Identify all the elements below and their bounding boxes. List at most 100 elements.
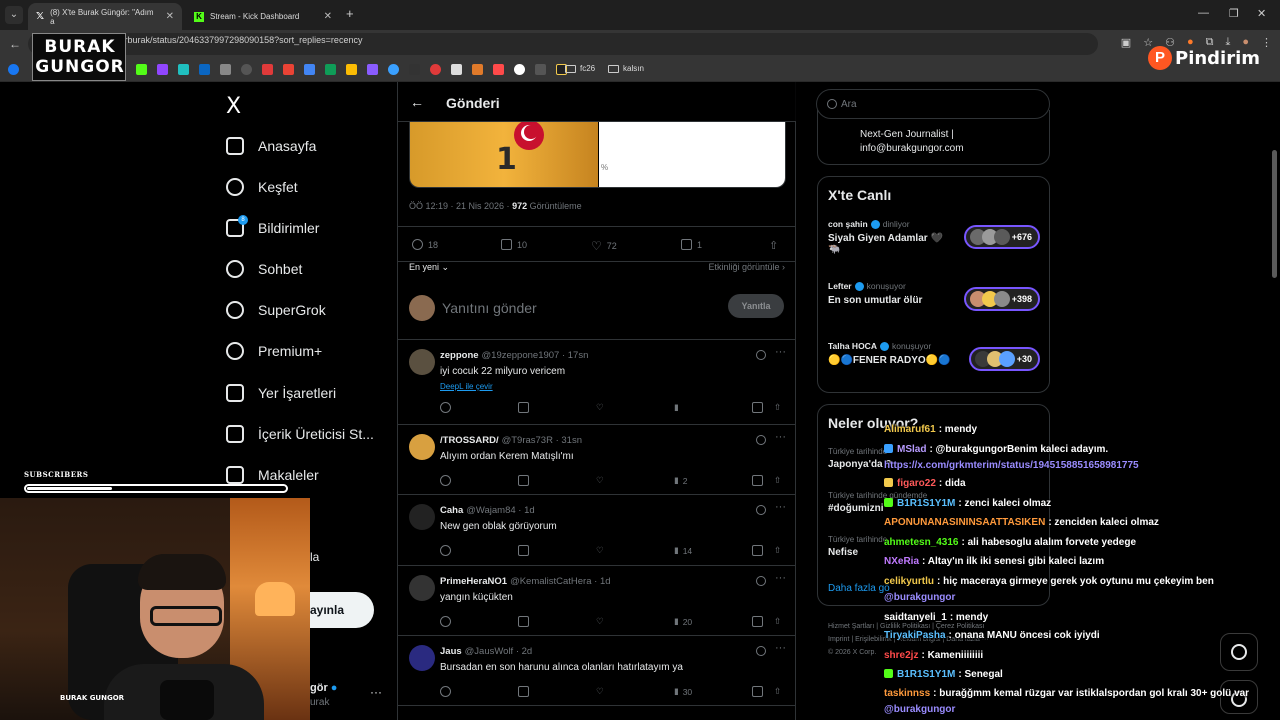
- views-action[interactable]: ▮ 2: [674, 475, 687, 486]
- like-action[interactable]: ♡: [596, 686, 604, 697]
- nav-item-premium[interactable]: Premium+: [226, 342, 322, 360]
- more-dots-icon[interactable]: ···: [775, 346, 786, 358]
- nav-item-articles[interactable]: Makaleler: [226, 466, 319, 484]
- reply-button[interactable]: Yanıtla: [728, 294, 784, 318]
- views-action[interactable]: ▮ 30: [674, 686, 692, 697]
- avatar[interactable]: [409, 575, 435, 601]
- menu-dots-icon[interactable]: ⋮: [1261, 36, 1272, 49]
- profile-name[interactable]: gör ●: [310, 682, 337, 694]
- views-action[interactable]: ▮ 20: [674, 616, 692, 627]
- avatar[interactable]: [409, 504, 435, 530]
- facebook-bookmark-icon[interactable]: [8, 64, 19, 75]
- reply-item[interactable]: /TROSSARD/@T9ras73R · 31sn ··· Alıyım orda…: [398, 425, 796, 495]
- listener-pill[interactable]: +398: [963, 287, 1040, 311]
- reply-action[interactable]: [440, 686, 451, 697]
- nav-item-chat[interactable]: Sohbet: [226, 260, 302, 278]
- view-activity-link[interactable]: Etkinliği görüntüle ›: [708, 262, 785, 272]
- back-arrow-icon[interactable]: ←: [410, 94, 424, 110]
- views-action[interactable]: ▮ 14: [674, 545, 692, 556]
- reply-author[interactable]: Jaus: [440, 646, 462, 657]
- more-dots-icon[interactable]: ···: [775, 572, 786, 584]
- reply-author[interactable]: Caha: [440, 505, 463, 516]
- bookmark-stat[interactable]: 1: [681, 239, 702, 250]
- bookmark-action[interactable]: [752, 616, 763, 627]
- live-space-item[interactable]: Lefter konuşuyor En son umutlar ölür +398: [828, 281, 1040, 321]
- more-dots-icon[interactable]: ···: [775, 501, 786, 513]
- nav-item-explore[interactable]: Keşfet: [226, 178, 298, 196]
- bookmark-icon[interactable]: [178, 64, 189, 75]
- bookmark-icon[interactable]: [514, 64, 525, 75]
- post-media[interactable]: 1 %: [409, 122, 786, 188]
- bookmark-icon[interactable]: [409, 64, 420, 75]
- bookmark-icon[interactable]: [451, 64, 462, 75]
- nav-item-creator-studio[interactable]: İçerik Üreticisi St...: [226, 425, 374, 443]
- reply-action[interactable]: [440, 545, 451, 556]
- reply-author[interactable]: zeppone: [440, 350, 479, 361]
- tab-search-icon[interactable]: ⌄: [5, 6, 23, 24]
- share-action[interactable]: ⇧: [774, 475, 781, 486]
- avatar[interactable]: [409, 645, 435, 671]
- grok-icon[interactable]: [756, 350, 766, 360]
- nav-item-notifications[interactable]: 8 Bildirimler: [226, 215, 319, 237]
- reply-author[interactable]: PrimeHeraNO1: [440, 576, 507, 587]
- reply-item[interactable]: Jaus @JausWolf · 2d ··· Bursadan en son har…: [398, 636, 796, 706]
- trend-item[interactable]: Türkiye tarihinde Japonya'da ?: [828, 447, 892, 470]
- bookmark-icon[interactable]: [262, 64, 273, 75]
- grok-icon[interactable]: [756, 576, 766, 586]
- new-tab-icon[interactable]: +: [346, 6, 354, 21]
- live-space-item[interactable]: con şahin dinliyor Siyah Giyen Adamlar 🖤 🐃 +…: [828, 219, 1040, 259]
- like-action[interactable]: ♡: [596, 475, 604, 486]
- repost-action[interactable]: [518, 616, 529, 627]
- bookmark-icon[interactable]: [535, 64, 546, 75]
- share-stat[interactable]: ⇧: [769, 239, 778, 252]
- views-action[interactable]: ▮: [674, 402, 683, 413]
- close-icon[interactable]: ✕: [324, 11, 332, 22]
- bookmark-action[interactable]: [752, 686, 763, 697]
- bookmark-icon[interactable]: [220, 64, 231, 75]
- grok-icon[interactable]: [756, 435, 766, 445]
- like-action[interactable]: ♡: [596, 545, 604, 556]
- reply-action[interactable]: [440, 616, 451, 627]
- gmail-bookmark-icon[interactable]: [283, 64, 294, 75]
- bookmark-icon[interactable]: [367, 64, 378, 75]
- more-dots-icon[interactable]: ···: [775, 431, 786, 443]
- page-scrollbar[interactable]: [1272, 150, 1277, 278]
- more-dots-icon[interactable]: ···: [370, 685, 382, 699]
- close-icon[interactable]: ✕: [166, 11, 174, 22]
- repost-action[interactable]: [518, 686, 529, 697]
- reply-stat[interactable]: 18: [412, 239, 438, 250]
- share-action[interactable]: ⇧: [774, 616, 781, 627]
- reply-item[interactable]: Caha @Wajam84 · 1d ··· New gen oblak görüyo…: [398, 495, 796, 566]
- browser-tab-kick[interactable]: K Stream - Kick Dashboard ✕: [186, 3, 340, 30]
- reply-input[interactable]: Yanıtını gönder: [442, 300, 537, 316]
- bookmark-folder-fc26[interactable]: fc26: [565, 64, 595, 73]
- share-action[interactable]: ⇧: [774, 686, 781, 697]
- browser-tab-x[interactable]: 𝕏 (8) X'te Burak Güngör: "Adım a ✕: [28, 3, 182, 30]
- x-logo-icon[interactable]: X: [226, 94, 241, 119]
- like-action[interactable]: ♡: [596, 616, 604, 627]
- like-action[interactable]: ♡: [596, 402, 604, 413]
- bookmark-action[interactable]: [752, 545, 763, 556]
- bookmark-icon[interactable]: [388, 64, 399, 75]
- listener-pill[interactable]: +676: [963, 225, 1040, 249]
- grok-icon[interactable]: [756, 646, 766, 656]
- bookmark-icon[interactable]: [430, 64, 441, 75]
- sort-dropdown[interactable]: En yeni ⌄: [409, 262, 449, 272]
- bookmark-action[interactable]: [752, 402, 763, 413]
- nav-item-home[interactable]: Anasayfa: [226, 137, 316, 155]
- reply-item[interactable]: PrimeHeraNO1 @KemalistCatHera · 1d ··· yang…: [398, 566, 796, 636]
- minimize-icon[interactable]: —: [1198, 7, 1209, 19]
- avatar[interactable]: [409, 434, 435, 460]
- repost-stat[interactable]: 10: [501, 239, 527, 250]
- maximize-icon[interactable]: ❐: [1229, 7, 1239, 20]
- repost-action[interactable]: [518, 545, 529, 556]
- drive-bookmark-icon[interactable]: [325, 64, 336, 75]
- nav-item-supergrok[interactable]: SuperGrok: [226, 301, 326, 319]
- reply-author[interactable]: /TROSSARD/: [440, 435, 499, 446]
- nav-item-bookmarks[interactable]: Yer İşaretleri: [226, 384, 336, 402]
- reply-action[interactable]: [440, 402, 451, 413]
- listener-pill[interactable]: +30: [968, 347, 1040, 371]
- share-action[interactable]: ⇧: [774, 402, 781, 413]
- share-action[interactable]: ⇧: [774, 545, 781, 556]
- reply-item[interactable]: zeppone @19zeppone1907 · 17sn ··· iyi cocuk…: [398, 340, 796, 425]
